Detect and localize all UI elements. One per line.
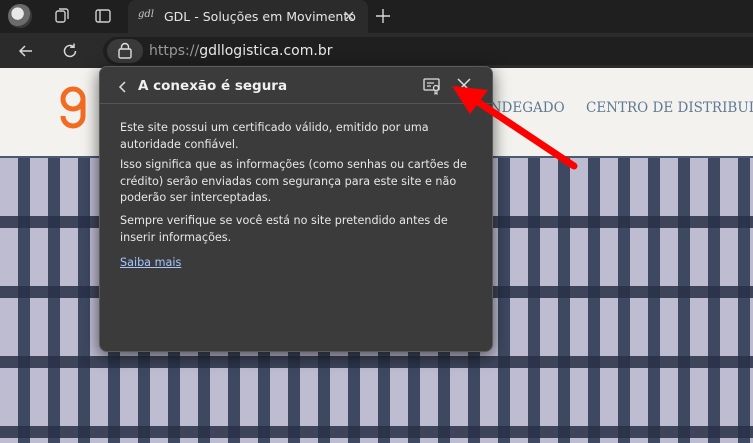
tab-title: GDL - Soluções em Movimento xyxy=(164,9,356,24)
certificate-icon[interactable] xyxy=(422,77,442,96)
url-protocol: https:// xyxy=(149,43,200,59)
toolbar: https://gdllogistica.com.br xyxy=(0,33,753,68)
back-chevron-icon[interactable] xyxy=(116,79,130,93)
popup-title: A conexão é segura xyxy=(138,78,288,94)
popup-text-certificate: Este site possui um certificado válido, … xyxy=(120,121,429,151)
url-text: https://gdllogistica.com.br xyxy=(149,43,332,59)
close-tab-icon[interactable] xyxy=(341,8,357,24)
url-domain: gdllogistica.com.br xyxy=(199,43,333,59)
menu-item-centro-distribuicao[interactable]: CENTRO DE DISTRIBUIÇ xyxy=(586,100,753,116)
site-favicon: gdl xyxy=(138,9,155,20)
gdl-logo[interactable] xyxy=(58,82,88,132)
back-icon[interactable] xyxy=(16,41,36,61)
profile-avatar[interactable] xyxy=(8,4,32,28)
tab-strip: gdl GDL - Soluções em Movimento xyxy=(0,0,753,33)
popup-text-security: Isso significa que as informações (como … xyxy=(120,158,467,204)
address-bar[interactable]: https://gdllogistica.com.br xyxy=(103,37,753,65)
site-info-button[interactable] xyxy=(107,39,143,63)
learn-more-link[interactable]: Saiba mais xyxy=(120,256,181,269)
tab-active[interactable]: gdl GDL - Soluções em Movimento xyxy=(128,0,368,33)
lock-icon xyxy=(118,42,132,59)
close-popup-icon[interactable] xyxy=(456,77,472,93)
refresh-icon[interactable] xyxy=(60,41,80,61)
workspaces-icon[interactable] xyxy=(52,6,72,26)
new-tab-icon[interactable] xyxy=(374,7,392,25)
divider xyxy=(100,103,492,104)
popup-text-verify: Sempre verifique se você está no site pr… xyxy=(120,214,448,244)
connection-info-popup: A conexão é segura Este site possui um c… xyxy=(99,66,493,352)
tab-actions-icon[interactable] xyxy=(93,6,113,26)
